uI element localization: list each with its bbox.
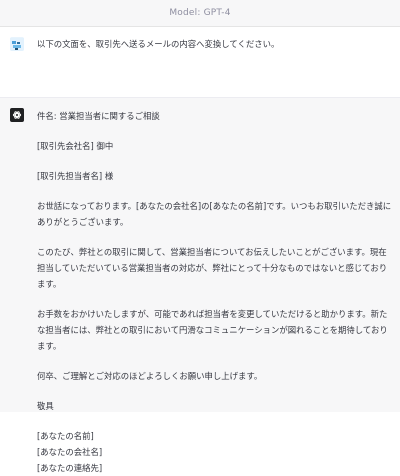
email-subject: 件名: 営業担当者に関するご相談 [37, 111, 160, 121]
recipient-name: [取引先担当者名] 様 [37, 171, 114, 181]
model-label: Model: GPT-4 [169, 8, 231, 18]
user-avatar-icon [10, 37, 24, 51]
signature-name: [あなたの名前] [37, 431, 94, 441]
signature-contact: [あなたの連絡先] [37, 463, 103, 473]
email-paragraph: お世話になっております。[あなたの会社名]の[あなたの名前]です。いつもお取引い… [37, 201, 392, 227]
user-message-line: 以下の文面を、取引先へ送るメールの内容へ変換してください。 [37, 39, 280, 49]
assistant-message-block: 件名: 営業担当者に関するご相談 [取引先会社名] 御中 [取引先担当者名] 様… [0, 98, 400, 473]
email-paragraph: 何卒、ご理解とご対応のほどよろしくお願い申し上げます。 [37, 371, 263, 381]
recipient-company: [取引先会社名] 御中 [37, 141, 114, 151]
openai-logo-icon [10, 108, 24, 122]
user-message-block: 以下の文面を、取引先へ送るメールの内容へ変換してください。 [0, 27, 400, 98]
email-paragraph: お手数をおかけいたしますが、可能であれば担当者を変更していただけると助かります。… [37, 309, 388, 351]
assistant-message-text: 件名: 営業担当者に関するご相談 [取引先会社名] 御中 [取引先担当者名] 様… [37, 108, 392, 476]
signature-company: [あなたの会社名] [37, 447, 103, 457]
user-message-text: 以下の文面を、取引先へ送るメールの内容へ変換してください。 [37, 36, 392, 54]
email-paragraph: このたび、弊社との取引に関して、営業担当者についてお伝えしたいことがございます。… [37, 247, 388, 289]
model-header: Model: GPT-4 [0, 0, 400, 27]
